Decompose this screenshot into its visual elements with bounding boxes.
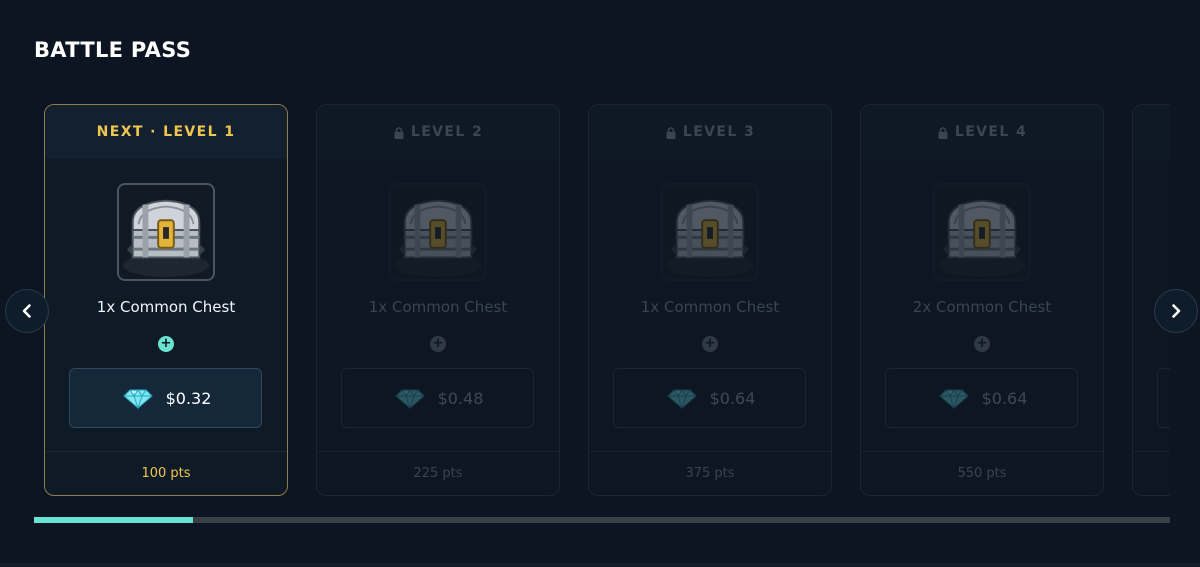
divider [0, 563, 1200, 567]
level-title: LEVEL 3 [682, 123, 756, 140]
reward-label: 1x Common Chest [368, 298, 508, 316]
plus-icon[interactable]: + [702, 336, 718, 352]
treasure-chest-icon [933, 183, 1031, 281]
plus-icon[interactable]: + [974, 336, 990, 352]
chevron-right-icon [1172, 304, 1181, 318]
plus-icon[interactable]: + [158, 336, 174, 352]
level-header: LEVEL 2 [317, 105, 559, 159]
lock-icon [394, 126, 404, 139]
reward-label: 2x Common Chest [912, 298, 1052, 316]
level-card[interactable]: LEVEL 4 2x Common Chest + $0.64 550 pts [860, 104, 1104, 496]
reward-label: 1x Common Chest [96, 298, 236, 316]
points-label [1133, 451, 1170, 495]
level-card[interactable]: LEVEL 3 1x Common Chest + $0.64 375 pts [588, 104, 832, 496]
level-title: LEVEL 2 [410, 123, 484, 140]
chevron-left-icon [22, 304, 31, 318]
reward-label: 1x Common Chest [640, 298, 780, 316]
points-label: 100 pts [45, 451, 287, 495]
progress-bar [34, 517, 1170, 523]
price-label: $0.64 [981, 388, 1028, 408]
treasure-chest-icon [117, 183, 215, 281]
level-card[interactable]: LEVEL 2 1x Common Chest + $0.48 225 pts [316, 104, 560, 496]
prev-button[interactable] [5, 289, 49, 333]
level-title: NEXT · LEVEL 1 [96, 123, 236, 140]
level-track: NEXT · LEVEL 1 1x Common Chest + $0.32 100 p… [34, 104, 1170, 498]
gem-icon [666, 389, 697, 410]
price-label: $0.64 [709, 388, 756, 408]
price-label: $0.48 [437, 388, 484, 408]
level-card[interactable]: NEXT · LEVEL 1 1x Common Chest + $0.32 100 p… [44, 104, 288, 496]
price-button[interactable] [1157, 368, 1170, 428]
price-label: $0.32 [165, 388, 212, 408]
price-button[interactable]: $0.48 [341, 368, 534, 428]
level-header: LEVEL 4 [861, 105, 1103, 159]
price-button[interactable]: $0.64 [613, 368, 806, 428]
gem-icon [122, 389, 153, 410]
lock-icon [938, 126, 948, 139]
next-button[interactable] [1154, 289, 1198, 333]
points-label: 550 pts [861, 451, 1103, 495]
treasure-chest-icon [389, 183, 487, 281]
level-header: LEVEL 3 [589, 105, 831, 159]
lock-icon [666, 126, 676, 139]
level-title: LEVEL 4 [954, 123, 1028, 140]
gem-icon [394, 389, 425, 410]
page-title: BATTLE PASS [34, 38, 192, 62]
level-header: NEXT · LEVEL 1 [45, 105, 287, 159]
level-header [1133, 105, 1170, 159]
gem-icon [938, 389, 969, 410]
price-button[interactable]: $0.32 [69, 368, 262, 428]
progress-fill [34, 517, 194, 523]
level-carousel: NEXT · LEVEL 1 1x Common Chest + $0.32 100 p… [34, 104, 1170, 498]
treasure-chest-icon [661, 183, 759, 281]
price-button[interactable]: $0.64 [885, 368, 1078, 428]
battle-pass-page: BATTLE PASS NEXT · LEVEL 1 1x Common Ches… [0, 0, 1200, 567]
points-label: 225 pts [317, 451, 559, 495]
points-label: 375 pts [589, 451, 831, 495]
plus-icon[interactable]: + [430, 336, 446, 352]
